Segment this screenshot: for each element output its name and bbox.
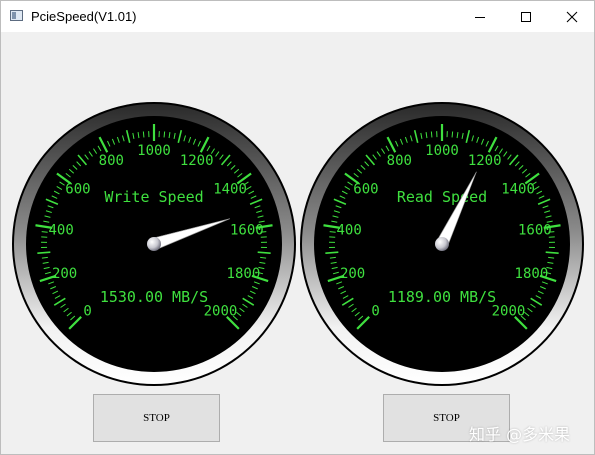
gauge-hub <box>147 237 161 251</box>
tick-label: 200 <box>52 266 77 282</box>
minor-tick <box>163 131 166 138</box>
close-icon <box>566 11 578 22</box>
tick-label: 600 <box>65 182 90 198</box>
tick-label: 400 <box>49 222 74 238</box>
gauge-value-readout: 1189.00 MB/S <box>388 288 496 306</box>
gauge-title: Write Speed <box>104 188 203 206</box>
app-window: PcieSpeed(V1.01) 0 200 400 600 800 1000 … <box>0 0 595 455</box>
tick-label: 1400 <box>213 182 247 198</box>
close-button[interactable] <box>549 1 595 32</box>
window-title: PcieSpeed(V1.01) <box>31 9 137 24</box>
tick-label: 1800 <box>227 266 261 282</box>
minor-tick <box>545 251 559 254</box>
maximize-icon <box>521 11 531 22</box>
tick-label: 800 <box>99 153 124 169</box>
tick-label: 800 <box>387 153 412 169</box>
minor-tick <box>451 131 454 138</box>
app-icon <box>10 10 23 21</box>
minimize-icon <box>475 16 485 18</box>
stop-write-button[interactable]: STOP <box>93 394 220 442</box>
watermark-text: 知乎 @多米果 <box>469 425 571 444</box>
tick-label: 1000 <box>425 143 459 159</box>
write-speed-gauge: 0 200 400 600 800 1000 1200 1400 1600 1800 2000 Wr… <box>12 102 296 386</box>
tick-label: 600 <box>353 182 378 198</box>
tick-label: 1200 <box>180 153 214 169</box>
minimize-button[interactable] <box>457 1 503 32</box>
tick-label: 1600 <box>230 222 264 238</box>
title-bar[interactable]: PcieSpeed(V1.01) <box>1 1 594 32</box>
gauge-value-readout: 1530.00 MB/S <box>100 288 208 306</box>
minor-tick <box>41 231 48 233</box>
minor-tick <box>257 251 271 254</box>
gauges-panel: 0200400600800100012001400160018002000 Wr… <box>12 102 584 386</box>
minor-tick <box>430 131 433 138</box>
tick-label: 2000 <box>492 303 526 319</box>
tick-label: 1800 <box>515 266 549 282</box>
minor-tick <box>325 251 339 254</box>
tick-label: 400 <box>337 222 362 238</box>
tick-label: 1600 <box>518 222 552 238</box>
client-area: 0 200 400 600 800 1000 1200 1400 1600 1800 2000 Wr… <box>1 32 594 454</box>
tick-label: 0 <box>83 303 91 319</box>
read-speed-gauge: 0 200 400 600 800 1000 1200 1400 1600 1800 2000 Re… <box>300 102 584 386</box>
tick-label: 1000 <box>137 143 171 159</box>
minor-tick <box>37 251 51 254</box>
tick-label: 1200 <box>468 153 502 169</box>
tick-label: 200 <box>340 266 365 282</box>
tick-label: 0 <box>371 303 379 319</box>
tick-label: 2000 <box>204 303 238 319</box>
minor-tick <box>142 131 145 138</box>
gauge-title: Read Speed <box>397 188 487 206</box>
tick-label: 1400 <box>501 182 535 198</box>
maximize-button[interactable] <box>503 1 549 32</box>
gauge-hub <box>435 237 449 251</box>
minor-tick <box>329 231 336 233</box>
